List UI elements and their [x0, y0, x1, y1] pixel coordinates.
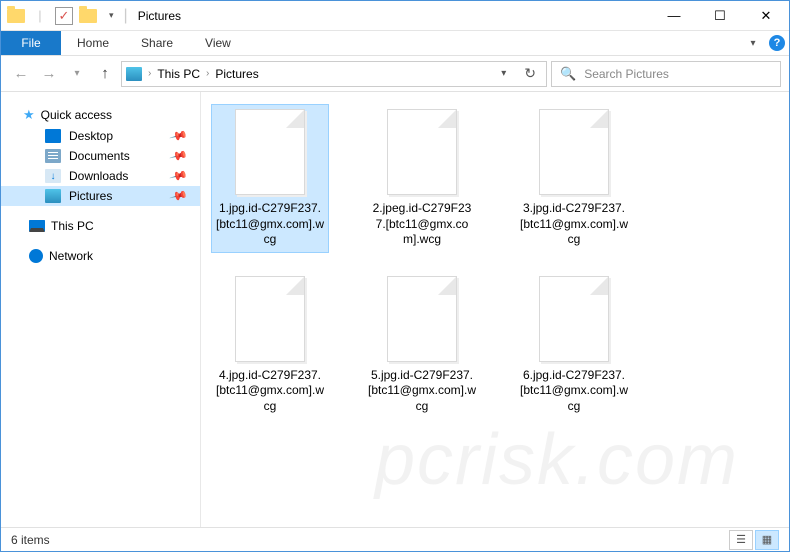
pic-icon	[45, 189, 61, 203]
tab-share[interactable]: Share	[125, 31, 189, 55]
file-thumbnail-icon	[235, 109, 305, 195]
file-thumbnail-icon	[539, 109, 609, 195]
pin-icon: 📌	[169, 146, 189, 166]
properties-checkbox-icon[interactable]: ✓	[53, 5, 75, 27]
main-area: ★ Quick access Desktop📌Documents📌Downloa…	[1, 92, 789, 527]
pin-icon: 📌	[169, 166, 189, 186]
nav-up-button[interactable]: ↑	[93, 62, 117, 86]
quick-access-toolbar: | ✓	[1, 5, 103, 27]
file-thumbnail-icon	[539, 276, 609, 362]
file-item[interactable]: 4.jpg.id-C279F237.[btc11@gmx.com].wcg	[211, 271, 329, 420]
titlebar-divider: |	[120, 7, 132, 25]
search-icon: 🔍	[560, 66, 576, 82]
this-pc-node[interactable]: This PC	[1, 216, 200, 236]
status-bar: 6 items ☰ ▦	[1, 527, 789, 551]
pc-icon	[29, 220, 45, 232]
help-icon: ?	[769, 35, 785, 51]
network-node[interactable]: Network	[1, 246, 200, 266]
icons-view-button[interactable]: ▦	[755, 530, 779, 550]
tab-home[interactable]: Home	[61, 31, 125, 55]
details-view-button[interactable]: ☰	[729, 530, 753, 550]
pin-icon: 📌	[169, 126, 189, 146]
desktop-icon	[45, 129, 61, 143]
star-icon: ★	[23, 107, 35, 123]
file-name: 2.jpeg.id-C279F237.[btc11@gmx.com].wcg	[368, 201, 476, 248]
title-bar: | ✓ ▾ | Pictures — ☐ ✕	[1, 1, 789, 31]
navigation-pane: ★ Quick access Desktop📌Documents📌Downloa…	[1, 92, 201, 527]
qat-divider: |	[29, 5, 51, 27]
qat-dropdown-icon[interactable]: ▾	[103, 10, 120, 21]
nav-back-button[interactable]: ←	[9, 62, 33, 86]
sidebar-item-label: Pictures	[69, 189, 112, 203]
ribbon-tabs: File Home Share View ▾ ?	[1, 31, 789, 56]
file-name: 4.jpg.id-C279F237.[btc11@gmx.com].wcg	[216, 368, 324, 415]
file-name: 3.jpg.id-C279F237.[btc11@gmx.com].wcg	[520, 201, 628, 248]
sidebar-item-pictures[interactable]: Pictures 📌	[1, 186, 200, 206]
file-item[interactable]: 2.jpeg.id-C279F237.[btc11@gmx.com].wcg	[363, 104, 481, 253]
quick-access-label: Quick access	[41, 108, 112, 122]
search-placeholder: Search Pictures	[584, 67, 669, 81]
this-pc-label: This PC	[51, 219, 94, 233]
address-dropdown-icon[interactable]: ▾	[495, 68, 512, 79]
file-thumbnail-icon	[387, 276, 457, 362]
sidebar-item-label: Documents	[69, 149, 130, 163]
search-box[interactable]: 🔍 Search Pictures	[551, 61, 781, 87]
address-row: ← → ▾ ↑ › This PC › Pictures ▾ ↻ 🔍 Searc…	[1, 56, 789, 92]
tab-view[interactable]: View	[189, 31, 247, 55]
file-name: 6.jpg.id-C279F237.[btc11@gmx.com].wcg	[520, 368, 628, 415]
minimize-button[interactable]: —	[651, 1, 697, 30]
close-button[interactable]: ✕	[743, 1, 789, 30]
chevron-right-icon: ›	[148, 68, 151, 79]
network-icon	[29, 249, 43, 263]
help-button[interactable]: ?	[765, 31, 789, 55]
file-name: 5.jpg.id-C279F237.[btc11@gmx.com].wcg	[368, 368, 476, 415]
doc-icon	[45, 149, 61, 163]
file-item[interactable]: 6.jpg.id-C279F237.[btc11@gmx.com].wcg	[515, 271, 633, 420]
sidebar-item-desktop[interactable]: Desktop 📌	[1, 126, 200, 146]
down-icon	[45, 169, 61, 183]
ribbon-expand-icon[interactable]: ▾	[741, 31, 765, 55]
address-bar[interactable]: › This PC › Pictures ▾ ↻	[121, 61, 547, 87]
network-label: Network	[49, 249, 93, 263]
file-thumbnail-icon	[387, 109, 457, 195]
breadcrumb-this-pc[interactable]: This PC	[157, 67, 200, 81]
file-tab[interactable]: File	[1, 31, 61, 55]
file-name: 1.jpg.id-C279F237.[btc11@gmx.com].wcg	[216, 201, 324, 248]
file-item[interactable]: 5.jpg.id-C279F237.[btc11@gmx.com].wcg	[363, 271, 481, 420]
file-thumbnail-icon	[235, 276, 305, 362]
maximize-button[interactable]: ☐	[697, 1, 743, 30]
item-count: 6 items	[11, 533, 50, 547]
chevron-right-icon: ›	[206, 68, 209, 79]
sidebar-item-downloads[interactable]: Downloads 📌	[1, 166, 200, 186]
window-title: Pictures	[132, 9, 651, 23]
nav-recent-dropdown-icon[interactable]: ▾	[65, 62, 89, 86]
nav-forward-button[interactable]: →	[37, 62, 61, 86]
refresh-button[interactable]: ↻	[518, 65, 542, 82]
file-item[interactable]: 1.jpg.id-C279F237.[btc11@gmx.com].wcg	[211, 104, 329, 253]
folder-icon	[5, 5, 27, 27]
pictures-icon	[126, 67, 142, 81]
file-item[interactable]: 3.jpg.id-C279F237.[btc11@gmx.com].wcg	[515, 104, 633, 253]
pin-icon: 📌	[169, 186, 189, 206]
new-folder-icon[interactable]	[77, 5, 99, 27]
sidebar-item-label: Downloads	[69, 169, 128, 183]
sidebar-item-label: Desktop	[69, 129, 113, 143]
quick-access-header[interactable]: ★ Quick access	[1, 104, 200, 126]
breadcrumb-pictures[interactable]: Pictures	[215, 67, 258, 81]
file-grid: 1.jpg.id-C279F237.[btc11@gmx.com].wcg 2.j…	[211, 104, 779, 420]
content-pane[interactable]: 1.jpg.id-C279F237.[btc11@gmx.com].wcg 2.j…	[201, 92, 789, 527]
sidebar-item-documents[interactable]: Documents 📌	[1, 146, 200, 166]
